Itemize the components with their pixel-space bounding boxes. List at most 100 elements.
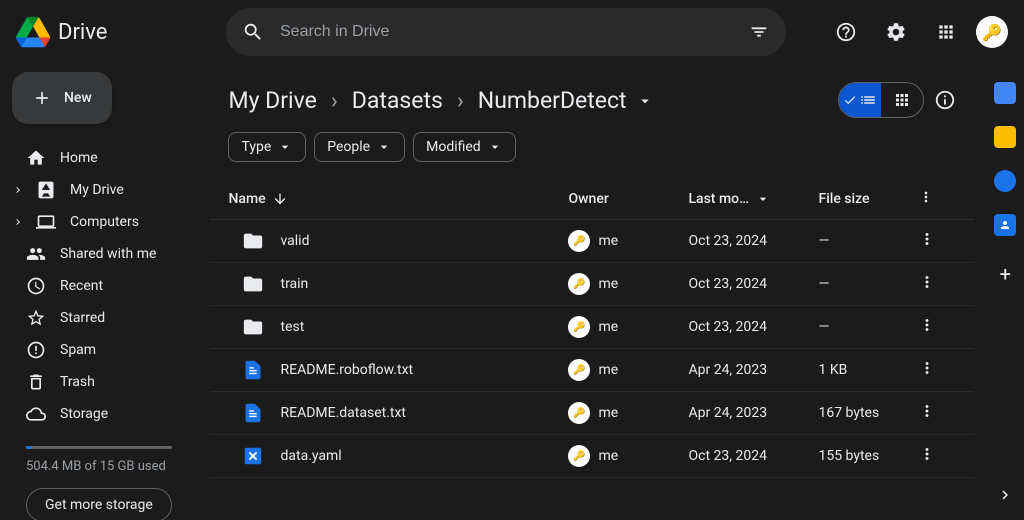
chevron-down-icon bbox=[636, 92, 654, 110]
folder-icon bbox=[242, 316, 264, 338]
main: My Drive › Datasets › NumberDetect bbox=[198, 64, 986, 520]
col-owner[interactable]: Owner bbox=[568, 191, 688, 207]
more-icon[interactable] bbox=[918, 273, 936, 291]
star-icon bbox=[26, 308, 46, 328]
search-input[interactable] bbox=[280, 23, 740, 41]
table-row[interactable]: test🔑meOct 23, 2024— bbox=[210, 306, 974, 349]
owner-cell: 🔑me bbox=[568, 273, 688, 295]
owner-label: me bbox=[598, 276, 618, 292]
home-icon bbox=[26, 148, 46, 168]
col-modified[interactable]: Last mo… bbox=[688, 191, 818, 207]
settings-icon[interactable] bbox=[876, 12, 916, 52]
row-more[interactable] bbox=[918, 273, 956, 295]
table-row[interactable]: data.yaml🔑meOct 23, 2024155 bytes bbox=[210, 435, 974, 478]
more-icon[interactable] bbox=[918, 445, 936, 463]
arrow-down-icon bbox=[272, 191, 288, 207]
sidebar-item-label: Trash bbox=[60, 374, 95, 390]
add-app-button[interactable]: + bbox=[1000, 262, 1011, 286]
file-name: test bbox=[280, 319, 304, 335]
breadcrumb-item[interactable]: My Drive bbox=[228, 87, 316, 114]
grid-view-button[interactable] bbox=[881, 83, 923, 117]
modified-cell: Apr 24, 2023 bbox=[688, 362, 818, 378]
breadcrumb-current[interactable]: NumberDetect bbox=[478, 87, 654, 114]
sidebar-item-spam[interactable]: Spam bbox=[12, 334, 186, 366]
spam-icon bbox=[26, 340, 46, 360]
more-icon[interactable] bbox=[918, 316, 936, 334]
col-more[interactable] bbox=[918, 189, 956, 209]
sidebar-item-storage[interactable]: Storage bbox=[12, 398, 186, 430]
new-button[interactable]: New bbox=[12, 72, 112, 124]
search-bar[interactable] bbox=[226, 8, 786, 56]
folder-icon bbox=[242, 230, 264, 252]
sidebar-item-trash[interactable]: Trash bbox=[12, 366, 186, 398]
search-options-icon[interactable] bbox=[748, 21, 770, 43]
sidebar-item-label: Spam bbox=[60, 342, 96, 358]
get-storage-button[interactable]: Get more storage bbox=[26, 488, 172, 520]
logo-area[interactable]: Drive bbox=[16, 15, 226, 49]
table-row[interactable]: valid🔑meOct 23, 2024— bbox=[210, 220, 974, 263]
file-name: README.roboflow.txt bbox=[280, 362, 413, 378]
chevron-down-icon bbox=[277, 139, 293, 155]
file-name-cell: README.roboflow.txt bbox=[228, 359, 568, 381]
row-more[interactable] bbox=[918, 445, 956, 467]
sidebar-item-label: Computers bbox=[70, 214, 139, 230]
sidebar-item-recent[interactable]: Recent bbox=[12, 270, 186, 302]
owner-label: me bbox=[598, 405, 618, 421]
list-view-button[interactable] bbox=[839, 83, 881, 117]
help-icon[interactable] bbox=[826, 12, 866, 52]
tasks-app-icon[interactable] bbox=[994, 170, 1016, 192]
row-more[interactable] bbox=[918, 316, 956, 338]
owner-cell: 🔑me bbox=[568, 316, 688, 338]
breadcrumb: My Drive › Datasets › NumberDetect bbox=[228, 87, 654, 114]
sidebar-item-label: Shared with me bbox=[60, 246, 156, 262]
owner-label: me bbox=[598, 448, 618, 464]
table-row[interactable]: README.dataset.txt🔑meApr 24, 2023167 byt… bbox=[210, 392, 974, 435]
filter-chip-type[interactable]: Type bbox=[228, 132, 306, 162]
chevron-right-icon[interactable] bbox=[996, 486, 1014, 504]
new-label: New bbox=[64, 90, 92, 106]
col-name[interactable]: Name bbox=[228, 191, 568, 207]
table-row[interactable]: README.roboflow.txt🔑meApr 24, 20231 KB bbox=[210, 349, 974, 392]
storage-text: 504.4 MB of 15 GB used bbox=[26, 459, 172, 474]
filter-chip-people[interactable]: People bbox=[314, 132, 405, 162]
sidebar-item-mydrive[interactable]: My Drive bbox=[12, 174, 186, 206]
row-more[interactable] bbox=[918, 402, 956, 424]
owner-cell: 🔑me bbox=[568, 445, 688, 467]
apps-icon[interactable] bbox=[926, 12, 966, 52]
chevron-right-icon: › bbox=[325, 87, 344, 114]
file-name: valid bbox=[280, 233, 309, 249]
filter-chip-modified[interactable]: Modified bbox=[413, 132, 516, 162]
file-table: Name Owner Last mo… File size valid🔑meOc… bbox=[210, 178, 974, 520]
sidebar-item-computers[interactable]: Computers bbox=[12, 206, 186, 238]
account-avatar[interactable]: 🔑 bbox=[976, 16, 1008, 48]
sidebar-item-label: Storage bbox=[60, 406, 108, 422]
more-icon[interactable] bbox=[918, 359, 936, 377]
info-icon[interactable] bbox=[934, 89, 956, 111]
table-row[interactable]: train🔑meOct 23, 2024— bbox=[210, 263, 974, 306]
sidebar-item-label: Recent bbox=[60, 278, 103, 294]
calendar-app-icon[interactable] bbox=[994, 82, 1016, 104]
chevron-down-icon bbox=[376, 139, 392, 155]
chip-label: Modified bbox=[426, 139, 481, 155]
contacts-app-icon[interactable] bbox=[994, 214, 1016, 236]
more-icon[interactable] bbox=[918, 230, 936, 248]
breadcrumb-item[interactable]: Datasets bbox=[352, 87, 443, 114]
sidebar-item-shared[interactable]: Shared with me bbox=[12, 238, 186, 270]
keep-app-icon[interactable] bbox=[994, 126, 1016, 148]
modified-cell: Apr 24, 2023 bbox=[688, 405, 818, 421]
owner-avatar: 🔑 bbox=[568, 402, 590, 424]
header-icons: 🔑 bbox=[786, 12, 1008, 52]
owner-avatar: 🔑 bbox=[568, 316, 590, 338]
sidebar-item-home[interactable]: Home bbox=[12, 142, 186, 174]
sidebar-item-starred[interactable]: Starred bbox=[12, 302, 186, 334]
more-icon[interactable] bbox=[918, 402, 936, 420]
sidebar-item-label: Starred bbox=[60, 310, 105, 326]
row-more[interactable] bbox=[918, 359, 956, 381]
col-size[interactable]: File size bbox=[818, 191, 918, 207]
row-more[interactable] bbox=[918, 230, 956, 252]
chevron-right-icon bbox=[12, 212, 24, 232]
more-icon bbox=[918, 189, 934, 205]
yaml-icon bbox=[242, 445, 264, 467]
owner-cell: 🔑me bbox=[568, 359, 688, 381]
sidebar: New Home My Drive Computers Sh bbox=[0, 64, 198, 520]
